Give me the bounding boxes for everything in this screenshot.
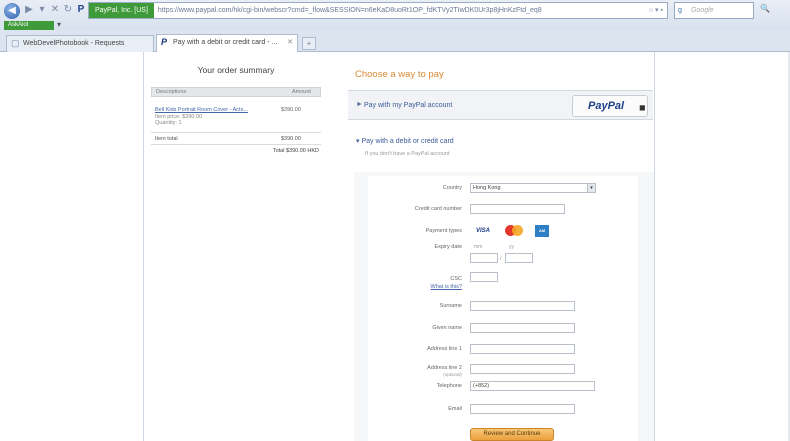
paypal-icon: P bbox=[161, 37, 168, 47]
address2-optional: (optional) bbox=[443, 372, 462, 377]
address2-label: Address line 2 bbox=[427, 365, 462, 371]
expiry-yy-label: yy bbox=[509, 244, 514, 250]
card-number-input[interactable] bbox=[470, 204, 565, 214]
expiry-separator: / bbox=[500, 256, 502, 262]
surname-input[interactable] bbox=[470, 301, 575, 311]
expiry-month-input[interactable] bbox=[470, 253, 498, 263]
col-amount: Amount bbox=[292, 89, 311, 95]
item-quantity: Quantity: 1 bbox=[155, 120, 182, 126]
mastercard-icon bbox=[505, 225, 523, 237]
card-option-subtext: If you don't have a PayPal account bbox=[365, 151, 450, 157]
country-value: Hong Kong bbox=[473, 185, 501, 191]
telephone-value: (+852) bbox=[473, 383, 490, 389]
email-label: Email bbox=[448, 406, 462, 412]
item-total-label: Item total bbox=[155, 136, 178, 142]
item-name-link[interactable]: Bell Kids Portrait Room Cover - Acts... bbox=[155, 107, 248, 113]
grand-total-row: Total $390.00 HKD bbox=[151, 145, 321, 157]
url-text: https://www.paypal.com/hk/cgi-bin/webscr… bbox=[157, 7, 542, 14]
page-icon: ▢ bbox=[11, 38, 20, 48]
item-total-value: $390.00 bbox=[281, 136, 301, 142]
email-input[interactable] bbox=[470, 404, 575, 414]
search-go-icon[interactable]: 🔍 bbox=[760, 4, 770, 13]
choose-pay-heading: Choose a way to pay bbox=[355, 69, 444, 80]
address-tools-icon[interactable]: ○ ▾ ▪ bbox=[649, 3, 663, 18]
search-box[interactable]: g Google bbox=[674, 2, 754, 19]
tab-title: Pay with a debit or credit card - ... bbox=[173, 39, 278, 46]
expiry-mm-label: mm bbox=[474, 244, 483, 250]
item-amount: $390.00 bbox=[281, 107, 301, 113]
tab-close-icon[interactable]: ✕ bbox=[287, 35, 293, 50]
csc-label: CSC bbox=[450, 276, 462, 282]
item-total-row: Item total $390.00 bbox=[151, 133, 321, 145]
paypal-logo-text: PayPal bbox=[588, 100, 625, 112]
order-item-row: Bell Kids Portrait Room Cover - Acts... … bbox=[151, 97, 321, 133]
tab-title: WebDevelPhotobook - Requests bbox=[23, 40, 125, 47]
csc-help-link[interactable]: What is this? bbox=[382, 284, 462, 290]
close-icon[interactable]: ✕ bbox=[50, 5, 60, 15]
address2-input[interactable] bbox=[470, 364, 575, 374]
site-identity-badge[interactable]: PayPal, Inc. [US] bbox=[89, 3, 154, 18]
lock-icon: ◼ bbox=[639, 103, 646, 112]
csc-input[interactable] bbox=[470, 272, 498, 282]
country-select[interactable]: Hong Kong ▾ bbox=[470, 183, 596, 193]
back-icon[interactable]: ◀ bbox=[4, 3, 20, 19]
visa-icon: VISA bbox=[475, 228, 490, 234]
expiry-label: Expiry date bbox=[434, 244, 462, 250]
paypal-logo: PayPal ◼ bbox=[572, 95, 648, 117]
order-summary: Your order summary Descriptions Amount B… bbox=[151, 65, 321, 157]
surname-label: Surname bbox=[439, 303, 462, 309]
card-number-label: Credit card number bbox=[414, 206, 462, 212]
telephone-label: Telephone bbox=[436, 383, 462, 389]
browser-toolbar: ◀ ▶ ▾ ✕ ↻ P PayPal, Inc. [US] https://www… bbox=[0, 0, 790, 30]
google-icon: g bbox=[678, 7, 682, 14]
card-option-label: Pay with a debit or credit card bbox=[361, 138, 454, 145]
tab-paypal-card[interactable]: P Pay with a debit or credit card - ... … bbox=[156, 34, 298, 52]
order-table-header: Descriptions Amount bbox=[151, 87, 321, 97]
payment-types-label: Payment types bbox=[425, 228, 462, 234]
forward-icon[interactable]: ▶ bbox=[24, 5, 34, 15]
amex-icon: AM bbox=[535, 225, 549, 237]
address-bar[interactable]: PayPal, Inc. [US] https://www.paypal.com/… bbox=[88, 2, 668, 19]
dropdown-icon[interactable]: ▾ bbox=[37, 5, 47, 15]
grand-total: Total $390.00 HKD bbox=[272, 148, 319, 154]
given-name-label: Given name bbox=[432, 325, 462, 331]
extension-dropdown-icon[interactable]: ▾ bbox=[57, 20, 61, 29]
address1-label: Address line 1 bbox=[427, 346, 462, 352]
new-tab-button[interactable]: + bbox=[302, 37, 316, 50]
card-option-heading[interactable]: ▾ Pay with a debit or credit card bbox=[356, 137, 454, 145]
refresh-icon[interactable]: ↻ bbox=[63, 5, 73, 15]
order-table: Descriptions Amount Bell Kids Portrait R… bbox=[151, 87, 321, 157]
given-name-input[interactable] bbox=[470, 323, 575, 333]
expiry-year-input[interactable] bbox=[505, 253, 533, 263]
review-continue-button[interactable]: Review and Continue bbox=[470, 428, 554, 441]
tab-strip: ▢ WebDevelPhotobook - Requests P Pay wit… bbox=[0, 30, 790, 52]
chevron-down-icon: ▾ bbox=[587, 184, 595, 192]
country-label: Country bbox=[442, 185, 462, 191]
paypal-option-label[interactable]: Pay with my PayPal account bbox=[364, 102, 452, 109]
expand-arrow-icon[interactable]: ► bbox=[356, 101, 363, 108]
address1-input[interactable] bbox=[470, 344, 575, 354]
paypal-favicon-icon: P bbox=[77, 4, 85, 15]
telephone-input[interactable]: (+852) bbox=[470, 381, 595, 391]
col-description: Descriptions bbox=[156, 89, 187, 95]
search-placeholder: Google bbox=[691, 7, 714, 14]
tab-webdevel[interactable]: ▢ WebDevelPhotobook - Requests bbox=[6, 35, 154, 52]
paypal-account-option[interactable]: ► Pay with my PayPal account PayPal ◼ bbox=[348, 90, 653, 120]
order-summary-title: Your order summary bbox=[197, 65, 275, 75]
extension-button[interactable]: AskAlot bbox=[4, 21, 54, 30]
